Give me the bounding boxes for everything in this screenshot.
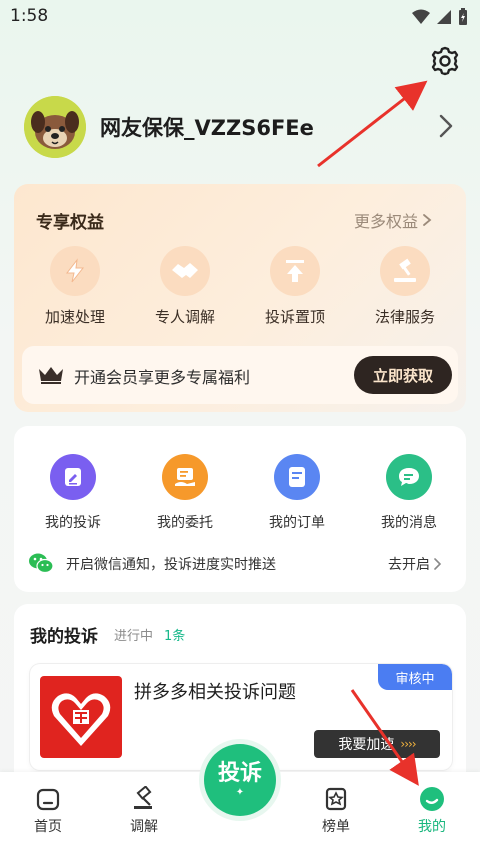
battery-icon [459, 8, 467, 25]
lightning-icon [50, 246, 100, 296]
complaint-edit-icon [50, 454, 96, 500]
profile-chevron-button[interactable] [436, 112, 456, 140]
complain-center-button[interactable]: 投诉 ✦ [204, 744, 276, 816]
avatar[interactable] [24, 96, 86, 158]
complaints-count: 1条 [164, 629, 186, 644]
nav-label: 调解 [130, 819, 158, 835]
nav-item-ranking[interactable]: 榜单 [306, 786, 366, 836]
nav-item-mediation[interactable]: 调解 [114, 786, 174, 836]
complain-center-label: 投诉 [217, 760, 262, 786]
speed-up-label: 我要加速 [338, 737, 395, 753]
order-icon [274, 454, 320, 500]
func-label: 我的委托 [157, 515, 213, 531]
get-vip-button[interactable]: 立即获取 [354, 356, 452, 394]
func-label: 我的订单 [269, 515, 325, 531]
pin-top-icon [270, 246, 320, 296]
nav-label: 榜单 [322, 819, 350, 835]
ranking-icon [325, 787, 347, 811]
signal-icon [437, 10, 451, 24]
func-item-my-orders[interactable]: 我的订单 [252, 454, 342, 532]
speed-arrows-icon: ›››› [400, 737, 416, 751]
benefit-label: 法律服务 [374, 308, 435, 326]
benefit-item-legal[interactable]: 法律服务 [360, 246, 450, 327]
func-item-my-messages[interactable]: 我的消息 [364, 454, 454, 532]
sparkle-icon: ✦ [235, 786, 245, 798]
func-label: 我的投诉 [45, 515, 101, 531]
benefit-item-speed[interactable]: 加速处理 [30, 246, 120, 327]
func-item-my-complaints[interactable]: 我的投诉 [28, 454, 118, 532]
my-complaints-title: 我的投诉 [30, 627, 98, 647]
delegate-icon [162, 454, 208, 500]
message-icon [386, 454, 432, 500]
speed-up-button[interactable]: 我要加速 ›››› [314, 730, 440, 758]
benefit-label: 投诉置顶 [264, 308, 325, 326]
wechat-open-label: 去开启 [388, 557, 430, 573]
nav-item-home[interactable]: 首页 [18, 786, 78, 836]
settings-button[interactable] [428, 44, 462, 78]
benefit-label: 加速处理 [44, 308, 105, 326]
dog-avatar-icon [24, 96, 86, 158]
pinduoduo-logo-icon [40, 676, 122, 758]
chevron-right-icon [423, 214, 432, 226]
benefits-card: 专享权益 更多权益 加速处理 专人调解 投诉置顶 法律服务 开通会员享更多专属福… [14, 184, 466, 412]
status-bar: 1:58 [0, 0, 480, 34]
complaint-title: 拼多多相关投诉问题 [134, 682, 296, 703]
handshake-icon [160, 246, 210, 296]
wechat-icon [29, 553, 54, 574]
more-benefits-label: 更多权益 [354, 212, 419, 231]
complaints-status: 进行中 [114, 629, 154, 644]
benefit-item-mediation[interactable]: 专人调解 [140, 246, 230, 327]
functions-card: 我的投诉 我的委托 我的订单 我的消息 开启微信通知，投诉进度实时推送 去开启 [14, 426, 466, 592]
chevron-right-icon [434, 558, 442, 570]
arrow-to-settings [317, 80, 428, 168]
nav-label: 首页 [34, 819, 62, 835]
profile-icon [420, 787, 444, 811]
chevron-right-icon [439, 114, 453, 138]
status-icons [412, 8, 468, 26]
benefit-item-top[interactable]: 投诉置顶 [250, 246, 340, 327]
crown-icon [39, 367, 63, 384]
benefit-label: 专人调解 [154, 308, 215, 326]
wechat-notify-text: 开启微信通知，投诉进度实时推送 [66, 557, 276, 573]
nav-item-profile[interactable]: 我的 [402, 786, 462, 836]
status-time: 1:58 [10, 6, 49, 26]
func-label: 我的消息 [381, 515, 437, 531]
gavel-icon [380, 246, 430, 296]
wifi-icon [412, 9, 430, 24]
gear-icon [431, 46, 459, 76]
func-item-my-delegations[interactable]: 我的委托 [140, 454, 230, 532]
benefits-title: 专享权益 [36, 213, 104, 233]
more-benefits-link[interactable]: 更多权益 [354, 208, 432, 232]
vip-promo-text: 开通会员享更多专属福利 [74, 368, 251, 387]
vip-bar: 开通会员享更多专属福利 立即获取 [22, 346, 458, 404]
username[interactable]: 网友保保_VZZS6FEe [100, 112, 314, 142]
wechat-notify-row[interactable]: 开启微信通知，投诉进度实时推送 去开启 [28, 552, 448, 576]
home-icon [36, 788, 60, 811]
nav-label: 我的 [418, 819, 446, 835]
review-status-badge: 审核中 [378, 664, 452, 690]
gavel-icon [134, 786, 152, 809]
wechat-open-link[interactable]: 去开启 [388, 554, 442, 574]
